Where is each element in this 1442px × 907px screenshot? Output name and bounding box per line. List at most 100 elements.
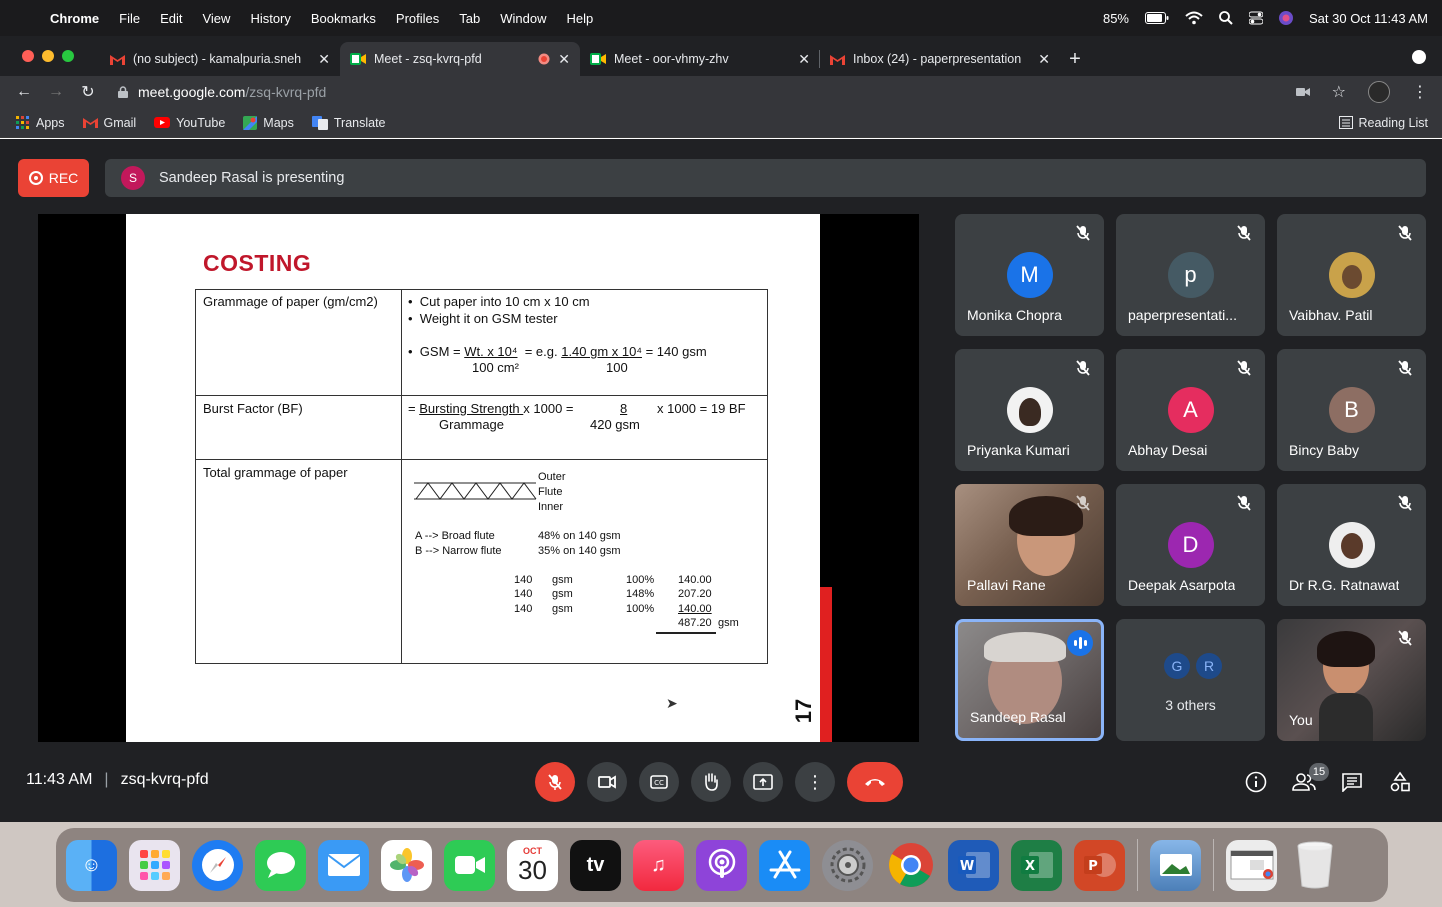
tab-meet-oor-vhmy-zhv[interactable]: Meet - oor-vhmy-zhv ✕ — [580, 42, 820, 76]
wifi-icon[interactable] — [1185, 11, 1203, 25]
mail-icon[interactable] — [318, 839, 369, 891]
participant-tile-dr-rg-ratnawat[interactable]: Dr R.G. Ratnawat — [1277, 484, 1426, 606]
battery-icon[interactable] — [1145, 12, 1169, 24]
menu-tab[interactable]: Tab — [449, 11, 490, 26]
participant-tile-deepak-asarpota[interactable]: D Deepak Asarpota — [1116, 484, 1265, 606]
siri-icon[interactable] — [1279, 11, 1293, 25]
mic-muted-icon — [1398, 225, 1412, 241]
window-controls — [0, 36, 100, 76]
recording-indicator[interactable]: REC — [18, 159, 89, 197]
participant-tile-vaibhav-patil[interactable]: Vaibhav. Patil — [1277, 214, 1426, 336]
safari-icon[interactable] — [192, 839, 243, 891]
powerpoint-p-icon: P — [1083, 853, 1116, 877]
corrugated-flute-diagram — [414, 482, 537, 500]
participant-tile-monika-chopra[interactable]: M Monika Chopra — [955, 214, 1104, 336]
participant-name: Bincy Baby — [1289, 442, 1360, 458]
tab-close-icon[interactable]: ✕ — [1038, 51, 1050, 68]
forward-arrow-icon[interactable]: → — [40, 83, 72, 101]
more-options-button[interactable]: ⋮ — [795, 762, 835, 802]
bookmark-star-icon[interactable]: ☆ — [1332, 82, 1346, 102]
menu-window[interactable]: Window — [490, 11, 556, 26]
chat-button[interactable] — [1339, 769, 1365, 795]
finder-icon[interactable]: ☺ — [66, 839, 117, 891]
recent-window-thumbnail[interactable] — [1226, 839, 1277, 891]
participant-tile-paperpresentation[interactable]: p paperpresentati... — [1116, 214, 1265, 336]
close-window-button[interactable] — [22, 50, 34, 62]
preview-icon[interactable] — [1150, 839, 1201, 891]
menu-bookmarks[interactable]: Bookmarks — [301, 11, 386, 26]
address-bar[interactable]: meet.google.com/zsq-kvrq-pfd — [104, 79, 1296, 105]
microsoft-powerpoint-icon[interactable]: P — [1074, 839, 1125, 891]
microsoft-word-icon[interactable]: W — [948, 839, 999, 891]
raise-hand-button[interactable] — [691, 762, 731, 802]
app-store-icon[interactable] — [759, 839, 810, 891]
record-icon — [28, 171, 43, 185]
camera-in-use-icon[interactable] — [1295, 87, 1310, 97]
gsm-eg-denominator: 100 — [606, 360, 628, 375]
menu-view[interactable]: View — [192, 11, 240, 26]
system-preferences-icon[interactable] — [822, 839, 873, 891]
bookmark-gmail[interactable]: Gmail — [82, 116, 136, 130]
participant-tile-priyanka-kumari[interactable]: Priyanka Kumari — [955, 349, 1104, 471]
present-screen-button[interactable] — [743, 762, 783, 802]
menu-help[interactable]: Help — [557, 11, 604, 26]
tab-close-icon[interactable]: ✕ — [558, 51, 570, 68]
app-store-a-icon — [769, 850, 800, 879]
launchpad-icon[interactable] — [129, 839, 180, 891]
facetime-icon[interactable] — [444, 839, 495, 891]
microsoft-excel-icon[interactable]: X — [1011, 839, 1062, 891]
participant-avatar: B — [1328, 387, 1375, 433]
tab-gmail-inbox[interactable]: Inbox (24) - paperpresentation ✕ — [820, 42, 1060, 76]
dock-separator — [1137, 839, 1138, 891]
messages-icon[interactable] — [255, 839, 306, 891]
apple-tv-icon[interactable]: tv — [570, 839, 621, 891]
new-tab-plus-icon[interactable]: + — [1060, 42, 1090, 76]
calendar-icon[interactable]: OCT 30 — [507, 839, 558, 891]
participant-tile-pallavi-rane[interactable]: Pallavi Rane — [955, 484, 1104, 606]
music-icon[interactable]: ♫ — [633, 839, 684, 891]
zoom-window-button[interactable] — [62, 50, 74, 62]
participant-tile-you[interactable]: You — [1277, 619, 1426, 741]
presentation-stage[interactable]: COSTING Grammage of paper (gm/cm2) • Cut… — [38, 214, 919, 742]
minimize-window-button[interactable] — [42, 50, 54, 62]
flute-b: B --> Narrow flute — [415, 545, 502, 557]
activities-button[interactable] — [1387, 769, 1413, 795]
clock-datetime[interactable]: Sat 30 Oct 11:43 AM — [1309, 11, 1428, 26]
reading-list-button[interactable]: Reading List — [1338, 116, 1428, 130]
browser-menu-icon[interactable]: ⋮ — [1412, 82, 1428, 102]
menu-profiles[interactable]: Profiles — [386, 11, 449, 26]
chrome-icon[interactable] — [885, 840, 936, 891]
participant-tile-sandeep-rasal[interactable]: Sandeep Rasal — [955, 619, 1104, 741]
meeting-details-button[interactable] — [1243, 769, 1269, 795]
leave-call-button[interactable] — [847, 762, 903, 802]
tab-gmail-no-subject[interactable]: (no subject) - kamalpuria.sneh ✕ — [100, 42, 340, 76]
participant-tile-others[interactable]: G R 3 others — [1116, 619, 1265, 741]
menu-history[interactable]: History — [240, 11, 300, 26]
toggle-microphone-button[interactable] — [535, 762, 575, 802]
participant-tile-abhay-desai[interactable]: A Abhay Desai — [1116, 349, 1265, 471]
menu-file[interactable]: File — [109, 11, 150, 26]
photos-icon[interactable] — [381, 839, 432, 891]
participant-tile-bincy-baby[interactable]: B Bincy Baby — [1277, 349, 1426, 471]
captions-button[interactable]: CC — [639, 762, 679, 802]
trash-icon[interactable] — [1289, 840, 1340, 891]
tab-close-icon[interactable]: ✕ — [318, 51, 330, 68]
profile-avatar[interactable] — [1368, 81, 1390, 103]
control-center-icon[interactable] — [1249, 11, 1263, 25]
bookmark-apps[interactable]: Apps — [16, 115, 65, 130]
menu-edit[interactable]: Edit — [150, 11, 192, 26]
tab-close-icon[interactable]: ✕ — [798, 51, 810, 68]
menu-app-chrome[interactable]: Chrome — [40, 11, 109, 26]
people-button[interactable]: 15 — [1291, 763, 1329, 795]
reload-icon[interactable]: ↻ — [72, 82, 104, 102]
bookmark-maps[interactable]: Maps — [243, 115, 294, 130]
spotlight-search-icon[interactable] — [1219, 11, 1233, 25]
meeting-code[interactable]: zsq-kvrq-pfd — [121, 771, 209, 789]
tab-search-icon[interactable] — [1412, 50, 1426, 64]
podcasts-icon[interactable] — [696, 839, 747, 891]
toggle-camera-button[interactable] — [587, 762, 627, 802]
back-arrow-icon[interactable]: ← — [8, 83, 40, 101]
bookmark-translate[interactable]: Translate — [311, 115, 386, 130]
bookmark-youtube[interactable]: YouTube — [154, 116, 225, 130]
tab-meet-zsq-kvrq-pfd[interactable]: Meet - zsq-kvrq-pfd ✕ — [340, 42, 580, 76]
